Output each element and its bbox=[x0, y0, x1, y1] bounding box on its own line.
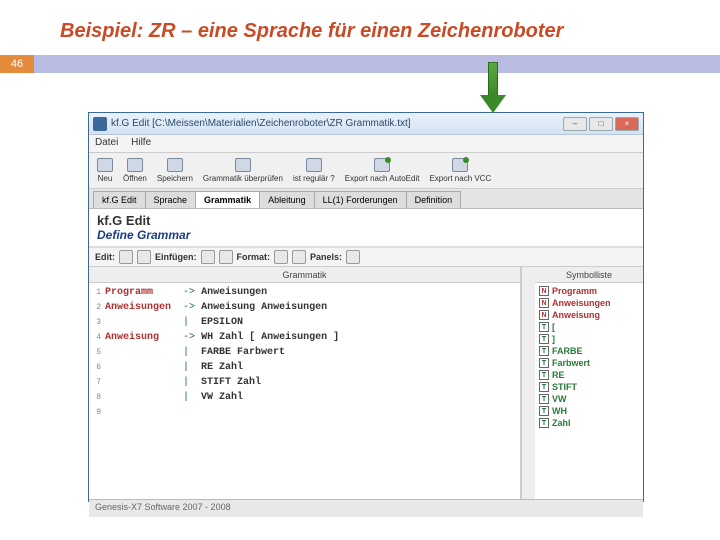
grammar-editor[interactable]: 1Programm -> Anweisungen2Anweisungen -> … bbox=[89, 283, 520, 499]
slide-title: Beispiel: ZR – eine Sprache für einen Ze… bbox=[0, 0, 720, 55]
grammar-line[interactable]: 3 | EPSILON bbox=[91, 315, 518, 330]
tb-export-auto[interactable]: Export nach AutoEdit bbox=[341, 156, 424, 185]
grammar-line[interactable]: 9 bbox=[91, 405, 518, 420]
grammar-line[interactable]: 1Programm -> Anweisungen bbox=[91, 285, 518, 300]
toolbar: Neu Öffnen Speichern Grammatik überprüfe… bbox=[89, 153, 643, 189]
format-icon[interactable] bbox=[274, 250, 288, 264]
symbol-item[interactable]: TWH bbox=[537, 405, 641, 417]
symbol-item[interactable]: T[ bbox=[537, 321, 641, 333]
tb-oeffnen[interactable]: Öffnen bbox=[119, 156, 151, 185]
page-bar: 46 bbox=[0, 55, 720, 73]
edit-bar: Edit: Einfügen: Format: Panels: bbox=[89, 247, 643, 267]
symbol-item[interactable]: TVW bbox=[537, 393, 641, 405]
insert-icon[interactable] bbox=[201, 250, 215, 264]
format2-icon[interactable] bbox=[292, 250, 306, 264]
grammar-line[interactable]: 7 | STIFT Zahl bbox=[91, 375, 518, 390]
question-icon bbox=[306, 158, 322, 172]
menu-hilfe[interactable]: Hilfe bbox=[131, 137, 151, 148]
tb-export-vcc[interactable]: Export nach VCC bbox=[425, 156, 495, 185]
symbol-panel: Symbolliste NProgrammNAnweisungenNAnweis… bbox=[535, 267, 643, 499]
callout-arrow bbox=[480, 62, 506, 112]
symbol-item[interactable]: TZahl bbox=[537, 417, 641, 429]
app-window: kf.G Edit [C:\Meissen\Materialien\Zeiche… bbox=[88, 112, 644, 502]
grammar-panel: Grammatik 1Programm -> Anweisungen2Anwei… bbox=[89, 267, 521, 499]
grammar-header: Grammatik bbox=[89, 267, 520, 283]
symbol-item[interactable]: TRE bbox=[537, 369, 641, 381]
symbol-item[interactable]: NProgramm bbox=[537, 285, 641, 297]
tb-regular[interactable]: ist regulär ? bbox=[289, 156, 339, 185]
symbol-item[interactable]: T] bbox=[537, 333, 641, 345]
tb-speichern[interactable]: Speichern bbox=[153, 156, 197, 185]
symbol-header: Symbolliste bbox=[535, 267, 643, 283]
grammar-line[interactable]: 2Anweisungen -> Anweisung Anweisungen bbox=[91, 300, 518, 315]
folder-icon bbox=[127, 158, 143, 172]
tab-definition[interactable]: Definition bbox=[406, 191, 462, 208]
insert2-icon[interactable] bbox=[219, 250, 233, 264]
minimize-button[interactable]: – bbox=[563, 117, 587, 131]
symbol-item[interactable]: NAnweisung bbox=[537, 309, 641, 321]
grammar-line[interactable]: 4Anweisung -> WH Zahl [ Anweisungen ] bbox=[91, 330, 518, 345]
subheader: kf.G Edit Define Grammar bbox=[89, 209, 643, 247]
workarea: Grammatik 1Programm -> Anweisungen2Anwei… bbox=[89, 267, 643, 499]
edit-label: Edit: bbox=[95, 252, 115, 262]
file-icon bbox=[97, 158, 113, 172]
window-title: kf.G Edit [C:\Meissen\Materialien\Zeiche… bbox=[111, 118, 563, 129]
disk-icon bbox=[167, 158, 183, 172]
export-icon bbox=[374, 158, 390, 172]
statusbar: Genesis-X7 Software 2007 - 2008 bbox=[89, 499, 643, 517]
export-icon bbox=[452, 158, 468, 172]
symbol-item[interactable]: NAnweisungen bbox=[537, 297, 641, 309]
page-number: 46 bbox=[0, 55, 34, 73]
symbol-item[interactable]: TSTIFT bbox=[537, 381, 641, 393]
menu-datei[interactable]: Datei bbox=[95, 137, 118, 148]
tab-ll1[interactable]: LL(1) Forderungen bbox=[314, 191, 407, 208]
undo-icon[interactable] bbox=[119, 250, 133, 264]
panel-icon[interactable] bbox=[346, 250, 360, 264]
tb-neu[interactable]: Neu bbox=[93, 156, 117, 185]
grammar-line[interactable]: 8 | VW Zahl bbox=[91, 390, 518, 405]
grammar-line[interactable]: 5 | FARBE Farbwert bbox=[91, 345, 518, 360]
maximize-button[interactable]: □ bbox=[589, 117, 613, 131]
tab-kfgedit[interactable]: kf.G Edit bbox=[93, 191, 146, 208]
close-button[interactable]: × bbox=[615, 117, 639, 131]
tb-grammatik[interactable]: Grammatik überprüfen bbox=[199, 156, 287, 185]
symbol-list[interactable]: NProgrammNAnweisungenNAnweisungT[T]TFARB… bbox=[535, 283, 643, 499]
grammar-line[interactable]: 6 | RE Zahl bbox=[91, 360, 518, 375]
tab-grammatik[interactable]: Grammatik bbox=[195, 191, 260, 208]
scrollbar-vertical[interactable] bbox=[521, 267, 535, 499]
check-icon bbox=[235, 158, 251, 172]
app-icon bbox=[93, 117, 107, 131]
tab-sprache[interactable]: Sprache bbox=[145, 191, 197, 208]
define-label: Define Grammar bbox=[97, 228, 635, 242]
tab-ableitung[interactable]: Ableitung bbox=[259, 191, 315, 208]
redo-icon[interactable] bbox=[137, 250, 151, 264]
menubar: Datei Hilfe bbox=[89, 135, 643, 153]
brand-label: kf.G Edit bbox=[97, 213, 635, 228]
einfuegen-label: Einfügen: bbox=[155, 252, 197, 262]
symbol-item[interactable]: TFARBE bbox=[537, 345, 641, 357]
titlebar[interactable]: kf.G Edit [C:\Meissen\Materialien\Zeiche… bbox=[89, 113, 643, 135]
tab-row: kf.G Edit Sprache Grammatik Ableitung LL… bbox=[89, 189, 643, 209]
symbol-item[interactable]: TFarbwert bbox=[537, 357, 641, 369]
format-label: Format: bbox=[237, 252, 271, 262]
panels-label: Panels: bbox=[310, 252, 342, 262]
